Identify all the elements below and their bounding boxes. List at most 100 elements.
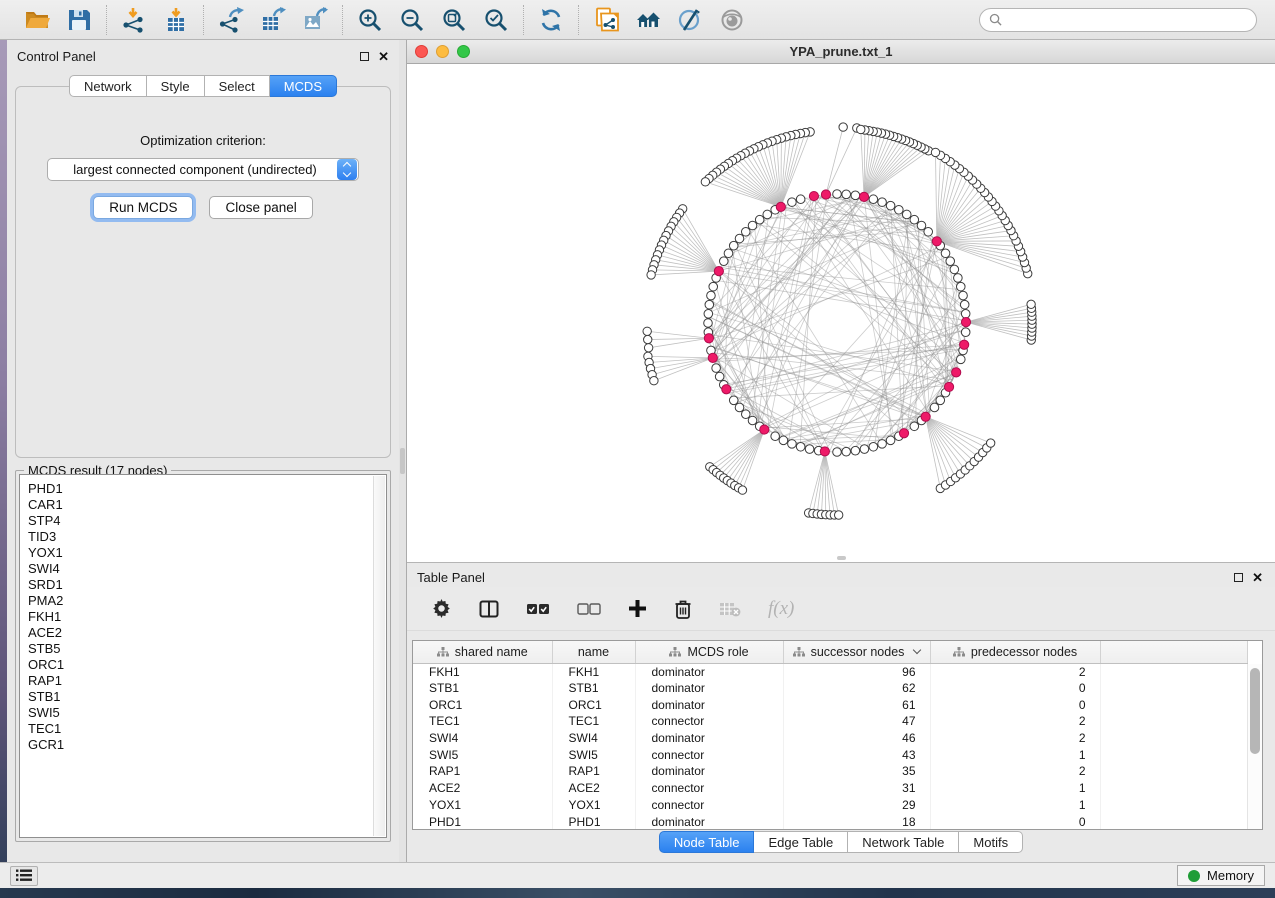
splitter-handle[interactable]: [400, 448, 405, 474]
network-node[interactable]: [936, 396, 945, 405]
network-edge[interactable]: [651, 358, 713, 369]
table-row[interactable]: SWI5SWI5connector431: [413, 746, 1247, 763]
network-leaf-node[interactable]: [839, 123, 847, 131]
cell-role[interactable]: dominator: [635, 763, 783, 780]
cell-succ[interactable]: 29: [783, 797, 930, 814]
cell-succ[interactable]: 35: [783, 763, 930, 780]
cell-pred[interactable]: 1: [930, 797, 1100, 814]
network-leaf-node[interactable]: [701, 178, 709, 186]
network-hub-node[interactable]: [961, 317, 970, 326]
mcds-result-item[interactable]: TID3: [28, 529, 378, 545]
network-node[interactable]: [950, 265, 959, 274]
network-hub-node[interactable]: [820, 447, 829, 456]
network-node[interactable]: [941, 249, 950, 258]
tab-network[interactable]: Network: [69, 75, 147, 97]
tab-mcds[interactable]: MCDS: [270, 75, 337, 97]
cell-name[interactable]: STB1: [552, 680, 635, 697]
cell-succ[interactable]: 62: [783, 680, 930, 697]
mcds-result-item[interactable]: PMA2: [28, 593, 378, 609]
export-table-button[interactable]: [259, 6, 287, 34]
network-edge[interactable]: [724, 430, 765, 478]
run-mcds-button[interactable]: Run MCDS: [93, 196, 193, 219]
network-node[interactable]: [735, 234, 744, 243]
tab-motifs[interactable]: Motifs: [959, 831, 1023, 853]
memory-button[interactable]: Memory: [1177, 865, 1265, 886]
network-edge[interactable]: [717, 430, 765, 473]
network-edge[interactable]: [732, 161, 780, 207]
network-edge[interactable]: [727, 391, 826, 452]
table-row[interactable]: STB1STB1dominator620: [413, 680, 1247, 697]
network-edge[interactable]: [926, 417, 941, 489]
zoom-fit-button[interactable]: [440, 6, 468, 34]
network-node[interactable]: [705, 300, 714, 309]
network-from-selection-button[interactable]: [592, 6, 620, 34]
network-leaf-node[interactable]: [647, 271, 655, 279]
column-header-predecessor-nodes[interactable]: predecessor nodes: [930, 641, 1100, 663]
network-edge[interactable]: [817, 451, 825, 514]
tab-network-table[interactable]: Network Table: [848, 831, 959, 853]
network-node[interactable]: [779, 436, 788, 445]
network-edge[interactable]: [937, 241, 1021, 251]
network-edge[interactable]: [966, 308, 1031, 322]
network-leaf-node[interactable]: [644, 335, 652, 343]
network-hub-node[interactable]: [821, 190, 830, 199]
network-edge[interactable]: [647, 331, 709, 338]
network-edge[interactable]: [937, 184, 977, 241]
network-leaf-node[interactable]: [834, 511, 842, 519]
network-node[interactable]: [869, 195, 878, 204]
network-edge[interactable]: [936, 152, 937, 241]
search-field[interactable]: [979, 8, 1257, 32]
cell-role[interactable]: connector: [635, 780, 783, 797]
network-node[interactable]: [842, 447, 851, 456]
mcds-result-item[interactable]: ORC1: [28, 657, 378, 673]
network-node[interactable]: [763, 210, 772, 219]
network-edge[interactable]: [724, 166, 781, 207]
cell-pred[interactable]: 2: [930, 713, 1100, 730]
network-node[interactable]: [946, 257, 955, 266]
network-node[interactable]: [709, 282, 718, 291]
network-leaf-node[interactable]: [643, 327, 651, 335]
network-edge[interactable]: [926, 417, 970, 466]
network-node[interactable]: [741, 227, 750, 236]
import-network-button[interactable]: [120, 6, 148, 34]
network-node[interactable]: [860, 445, 869, 454]
network-node[interactable]: [959, 291, 968, 300]
network-node[interactable]: [735, 403, 744, 412]
network-hub-node[interactable]: [714, 267, 723, 276]
mcds-result-item[interactable]: YOX1: [28, 545, 378, 561]
network-hub-node[interactable]: [809, 191, 818, 200]
show-eye-button[interactable]: [718, 6, 746, 34]
network-edge[interactable]: [926, 417, 975, 462]
network-node[interactable]: [724, 249, 733, 258]
network-leaf-node[interactable]: [931, 148, 939, 156]
column-header-name[interactable]: name: [552, 641, 635, 663]
network-edge[interactable]: [720, 430, 764, 476]
search-input[interactable]: [1007, 13, 1247, 27]
network-edge[interactable]: [826, 127, 843, 194]
network-node[interactable]: [712, 364, 721, 373]
network-node[interactable]: [707, 291, 716, 300]
network-hub-node[interactable]: [944, 382, 953, 391]
cell-role[interactable]: connector: [635, 746, 783, 763]
mcds-result-item[interactable]: CAR1: [28, 497, 378, 513]
network-node[interactable]: [729, 241, 738, 250]
network-node[interactable]: [719, 257, 728, 266]
network-node[interactable]: [956, 355, 965, 364]
network-edge[interactable]: [683, 209, 719, 271]
cell-shared[interactable]: SWI4: [413, 730, 552, 747]
network-edge[interactable]: [755, 224, 770, 433]
hide-visual-mapping-button[interactable]: [676, 6, 704, 34]
cell-role[interactable]: dominator: [635, 813, 783, 830]
network-edge[interactable]: [826, 128, 857, 194]
horizontal-splitter-handle[interactable]: [837, 556, 846, 560]
table-row[interactable]: ACE2ACE2connector311: [413, 780, 1247, 797]
network-node[interactable]: [878, 440, 887, 449]
network-node[interactable]: [869, 442, 878, 451]
network-node[interactable]: [886, 201, 895, 210]
mcds-result-item[interactable]: SWI5: [28, 705, 378, 721]
cell-pred[interactable]: 0: [930, 696, 1100, 713]
network-node[interactable]: [771, 432, 780, 441]
import-table-button[interactable]: [162, 6, 190, 34]
network-node[interactable]: [805, 445, 814, 454]
network-node[interactable]: [741, 410, 750, 419]
